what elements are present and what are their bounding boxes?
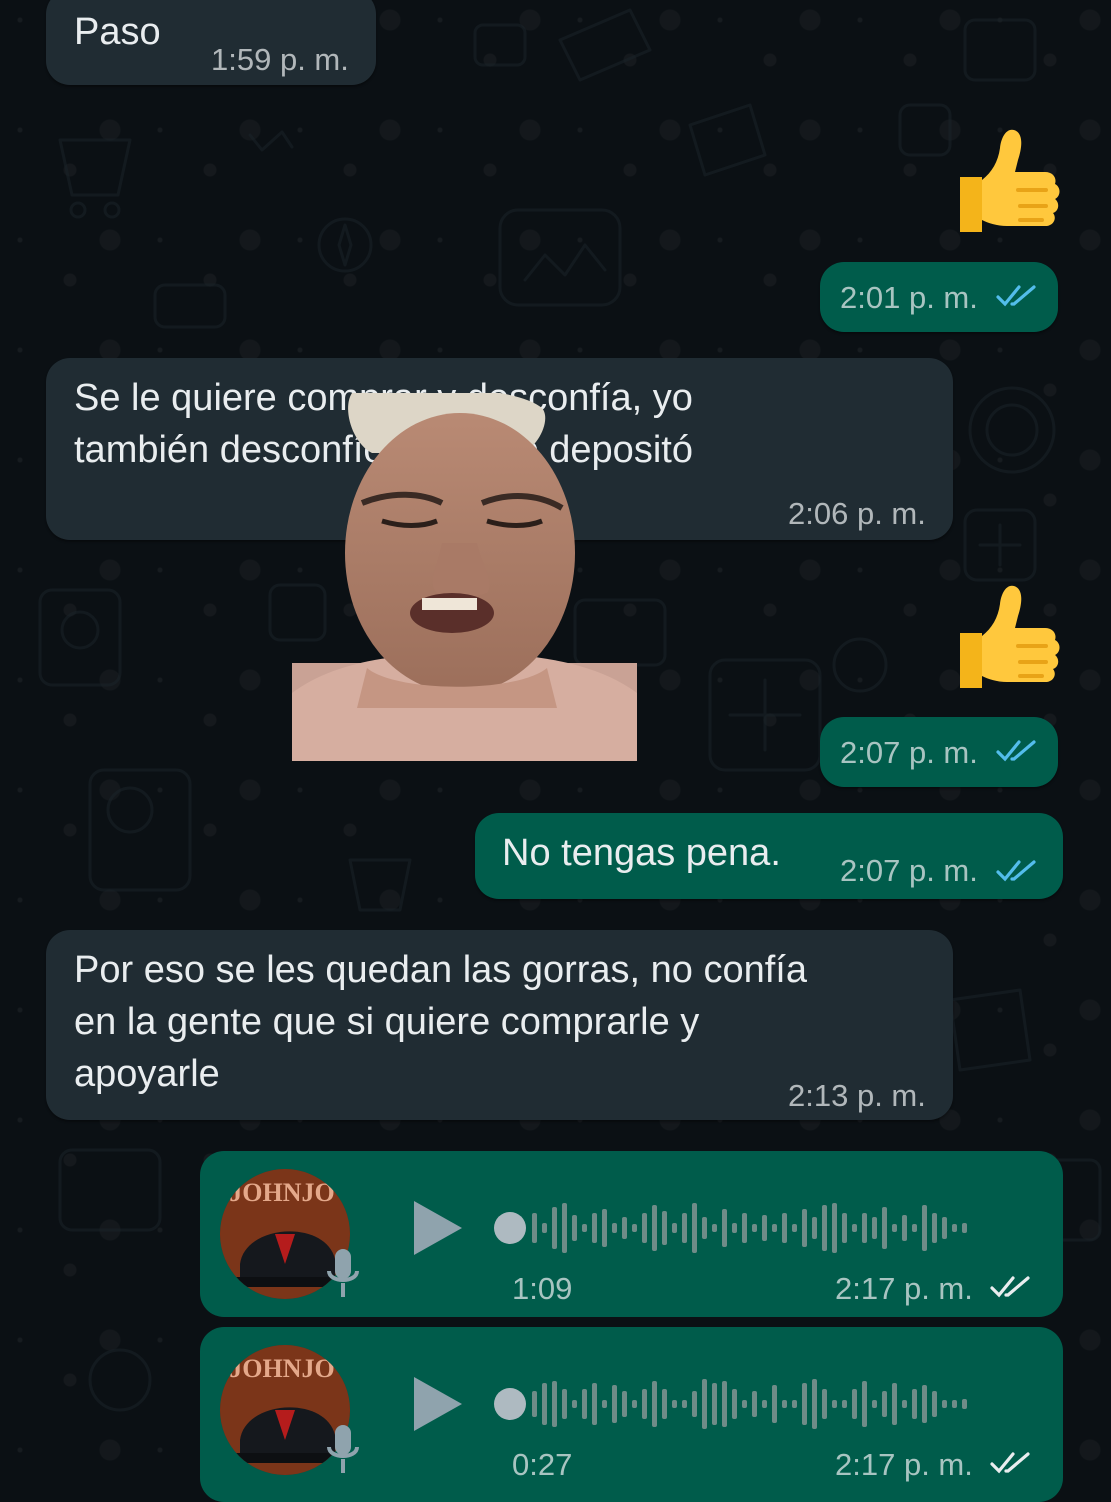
- message-time: 2:17 p. m.: [835, 1447, 973, 1482]
- mic-icon: [327, 1249, 359, 1297]
- mic-icon: [327, 1425, 359, 1473]
- thumbs-up-emoji-icon[interactable]: [940, 122, 1060, 242]
- creator-overlay-video: [292, 393, 637, 761]
- message-bubble-outgoing[interactable]: 2:07 p. m.: [820, 717, 1058, 787]
- play-icon[interactable]: [410, 1197, 466, 1259]
- message-time: 2:07 p. m.: [840, 735, 978, 770]
- message-time: 1:59 p. m.: [211, 42, 349, 77]
- read-ticks-icon: [996, 740, 1036, 762]
- voice-note-duration: 1:09: [512, 1271, 573, 1306]
- play-icon[interactable]: [410, 1373, 466, 1435]
- delivered-ticks-icon: [990, 1452, 1030, 1474]
- message-bubble-incoming[interactable]: Paso 1:59 p. m.: [46, 0, 376, 85]
- avatar-brand-text: JOHNJO: [229, 1354, 334, 1383]
- message-bubble-outgoing[interactable]: No tengas pena. 2:07 p. m.: [475, 813, 1063, 899]
- message-time: 2:07 p. m.: [840, 853, 978, 888]
- message-time: 2:01 p. m.: [840, 280, 978, 315]
- message-time: 2:06 p. m.: [788, 496, 926, 531]
- read-ticks-icon: [996, 860, 1036, 882]
- voice-note-bubble[interactable]: JOHNJO: [200, 1151, 1063, 1317]
- voice-waveform[interactable]: [492, 1193, 1022, 1263]
- message-bubble-incoming[interactable]: Por eso se les quedan las gorras, no con…: [46, 930, 953, 1120]
- voice-note-bubble[interactable]: JOHNJO: [200, 1327, 1063, 1502]
- message-text: No tengas pena.: [502, 832, 781, 874]
- message-time: 2:17 p. m.: [835, 1271, 973, 1306]
- message-time: 2:13 p. m.: [788, 1078, 926, 1113]
- message-text: Paso: [74, 11, 161, 53]
- read-ticks-icon: [996, 285, 1036, 307]
- avatar-brand-text: JOHNJO: [229, 1178, 334, 1207]
- thumbs-up-emoji-icon[interactable]: [940, 578, 1060, 698]
- message-text: Por eso se les quedan las gorras, no con…: [74, 949, 808, 1095]
- delivered-ticks-icon: [990, 1276, 1030, 1298]
- voice-waveform[interactable]: [492, 1369, 1022, 1439]
- message-bubble-outgoing[interactable]: 2:01 p. m.: [820, 262, 1058, 332]
- person-cutout-image: [292, 393, 637, 761]
- voice-note-duration: 0:27: [512, 1447, 573, 1482]
